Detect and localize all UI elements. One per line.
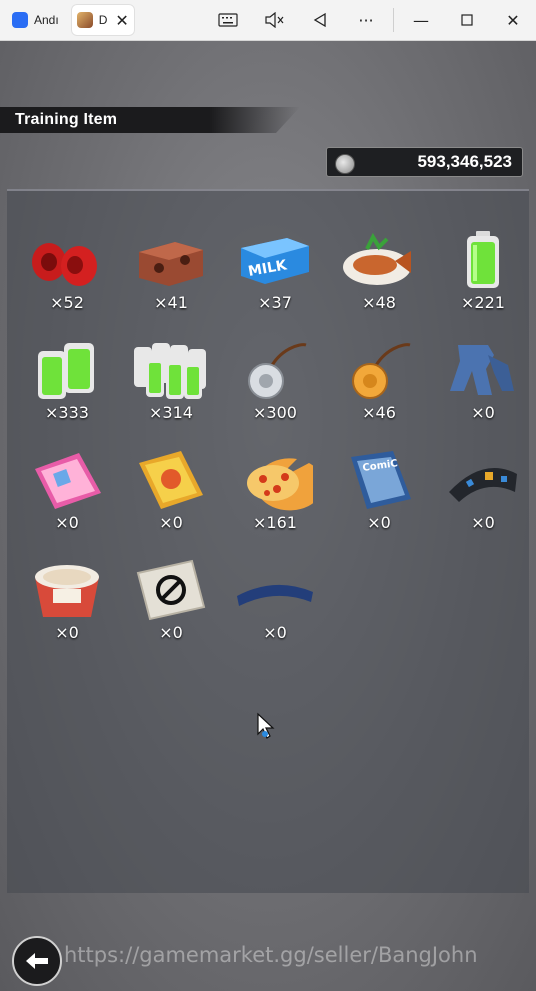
currency-value: 593,346,523 [417, 152, 512, 171]
tab-label: Andı [34, 13, 59, 27]
pointer-cursor-icon [257, 712, 275, 739]
item-count: ×0 [55, 623, 79, 642]
emblem-card-icon [131, 559, 211, 621]
item-slot[interactable]: ×0 [433, 339, 533, 439]
item-count: ×0 [263, 623, 287, 642]
item-count: ×0 [159, 513, 183, 532]
coin-icon [335, 154, 355, 174]
back-button[interactable] [12, 936, 62, 986]
item-count: ×314 [149, 403, 193, 422]
item-panel: ×52 ×41 MILK ×37 ×48 ×221 ×333 ×314 ×300… [7, 189, 529, 893]
jeans-icon [443, 339, 523, 401]
tab-emulator[interactable]: Andı [6, 4, 65, 36]
item-slot[interactable]: ×300 [225, 339, 325, 439]
tab-close-icon[interactable]: ✕ [115, 11, 128, 30]
item-count: ×333 [45, 403, 89, 422]
item-slot[interactable]: ComiC ×0 [329, 449, 429, 549]
minimize-icon[interactable]: — [398, 0, 444, 40]
item-slot[interactable]: ×0 [17, 449, 117, 549]
item-slot[interactable]: ×161 [225, 449, 325, 549]
app-icon [12, 12, 28, 28]
tab-game[interactable]: D ✕ [70, 4, 135, 36]
item-count: ×300 [253, 403, 297, 422]
comic-book-icon: ComiC [339, 449, 419, 511]
more-icon[interactable]: ··· [343, 0, 389, 40]
item-count: ×48 [362, 293, 396, 312]
back-triangle-icon[interactable] [297, 0, 343, 40]
mute-icon[interactable] [251, 0, 297, 40]
item-slot[interactable]: ×0 [225, 559, 325, 659]
item-slot[interactable]: ×0 [17, 559, 117, 659]
brick-block-icon [131, 229, 211, 291]
divider [393, 8, 394, 32]
item-count: ×221 [461, 293, 505, 312]
page-title: Training Item [15, 111, 118, 128]
blue-band-icon [235, 559, 315, 621]
item-slot[interactable]: MILK ×37 [225, 229, 325, 329]
item-slot[interactable]: ×52 [17, 229, 117, 329]
item-slot[interactable]: ×314 [121, 339, 221, 439]
item-slot[interactable]: ×333 [17, 339, 117, 439]
item-count: ×37 [258, 293, 292, 312]
close-icon[interactable]: ✕ [490, 0, 536, 40]
keyboard-icon[interactable] [205, 0, 251, 40]
maximize-icon[interactable] [444, 0, 490, 40]
battery-pack-icon [131, 339, 211, 401]
game-viewport: Training Item 593,346,523 ×52 ×41 MILK ×… [0, 41, 536, 991]
pink-magazine-icon [27, 449, 107, 511]
item-count: ×0 [471, 513, 495, 532]
green-battery-icon [443, 229, 523, 291]
item-slot[interactable]: ×221 [433, 229, 533, 329]
item-count: ×0 [55, 513, 79, 532]
gold-pendant-icon [339, 339, 419, 401]
item-count: ×161 [253, 513, 297, 532]
red-weights-icon [27, 229, 107, 291]
item-count: ×41 [154, 293, 188, 312]
item-count: ×46 [362, 403, 396, 422]
item-slot[interactable]: ×0 [433, 449, 533, 549]
milk-carton-icon: MILK [235, 229, 315, 291]
back-arrow-icon [26, 953, 48, 969]
fish-dish-icon [339, 229, 419, 291]
currency-display: 593,346,523 [326, 147, 523, 177]
game-icon [76, 12, 93, 28]
item-slot[interactable]: ×41 [121, 229, 221, 329]
item-slot[interactable]: ×48 [329, 229, 429, 329]
window-titlebar: Andı D ✕ ··· — ✕ [0, 0, 536, 41]
item-slot[interactable]: ×0 [121, 559, 221, 659]
item-slot[interactable]: ×46 [329, 339, 429, 439]
pizza-icon [235, 449, 315, 511]
item-count: ×0 [471, 403, 495, 422]
double-battery-icon [27, 339, 107, 401]
watermark-text: https://gamemarket.gg/seller/BangJohn [64, 943, 478, 967]
headband-icon [443, 449, 523, 511]
tab-label: D [98, 13, 108, 27]
item-count: ×0 [159, 623, 183, 642]
item-count: ×52 [50, 293, 84, 312]
cup-noodle-icon [27, 559, 107, 621]
yellow-magazine-icon [131, 449, 211, 511]
item-slot[interactable]: ×0 [121, 449, 221, 549]
silver-pendant-icon [235, 339, 315, 401]
item-count: ×0 [367, 513, 391, 532]
